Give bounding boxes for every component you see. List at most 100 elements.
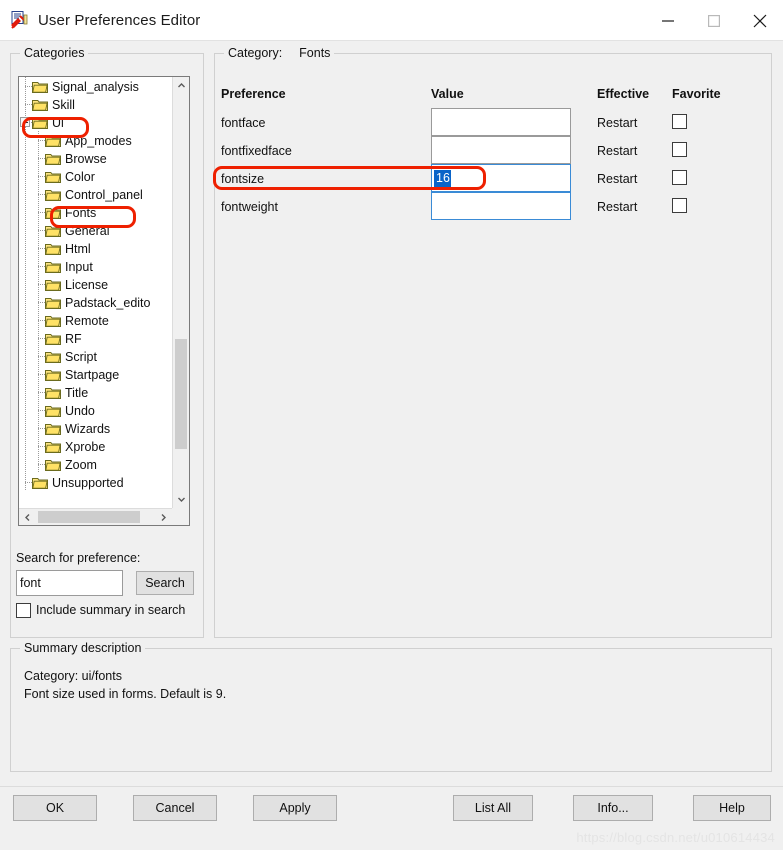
folder-icon bbox=[45, 458, 61, 471]
chevron-up-icon[interactable] bbox=[173, 77, 189, 94]
tree-horizontal-scrollbar[interactable] bbox=[19, 508, 172, 525]
ok-button[interactable]: OK bbox=[13, 795, 97, 821]
tree-item-control_panel[interactable]: Control_panel bbox=[19, 185, 172, 203]
summary-line-description: Font size used in forms. Default is 9. bbox=[24, 687, 227, 701]
value-input-fontweight[interactable] bbox=[431, 192, 571, 220]
tree-item-unsupported[interactable]: Unsupported bbox=[19, 473, 172, 491]
category-legend-prefix: Category: bbox=[228, 46, 283, 60]
tree-horizontal-scroll-thumb[interactable] bbox=[38, 511, 140, 523]
chevron-down-icon[interactable] bbox=[173, 491, 189, 508]
window-titlebar: User Preferences Editor bbox=[0, 0, 783, 41]
value-input-fontfixedface[interactable] bbox=[431, 136, 571, 164]
minimize-button[interactable] bbox=[645, 0, 691, 41]
category-legend-value: Fonts bbox=[299, 46, 331, 60]
chevron-right-icon[interactable] bbox=[155, 509, 172, 525]
maximize-button[interactable] bbox=[691, 0, 737, 41]
favorite-checkbox-fontweight[interactable] bbox=[672, 198, 687, 213]
tree-item-skill[interactable]: Skill bbox=[19, 95, 172, 113]
preference-name-fontsize: fontsize bbox=[221, 172, 265, 186]
tree-item-label: License bbox=[65, 277, 109, 292]
tree-item-xprobe[interactable]: Xprobe bbox=[19, 437, 172, 455]
tree-item-remote[interactable]: Remote bbox=[19, 311, 172, 329]
favorite-checkbox-fontfixedface[interactable] bbox=[672, 142, 687, 157]
tree-indent-guide bbox=[19, 437, 32, 455]
apply-button[interactable]: Apply bbox=[253, 795, 337, 821]
tree-item-signal_analysis[interactable]: Signal_analysis bbox=[19, 77, 172, 95]
tree-item-license[interactable]: License bbox=[19, 275, 172, 293]
preference-name-fontfixedface: fontfixedface bbox=[221, 144, 292, 158]
tree-item-label: Title bbox=[65, 385, 89, 400]
tree-vertical-scroll-thumb[interactable] bbox=[175, 339, 187, 449]
help-button[interactable]: Help bbox=[693, 795, 771, 821]
tree-item-label: Ui bbox=[52, 115, 64, 130]
tree-item-app_modes[interactable]: App_modes bbox=[19, 131, 172, 149]
tree-item-label: Startpage bbox=[65, 367, 120, 382]
window-title: User Preferences Editor bbox=[38, 11, 201, 29]
tree-item-startpage[interactable]: Startpage bbox=[19, 365, 172, 383]
favorite-checkbox-fontsize[interactable] bbox=[672, 170, 687, 185]
tree-item-label: Remote bbox=[65, 313, 109, 328]
folder-icon bbox=[45, 224, 61, 237]
category-tree[interactable]: Signal_analysis Skill Ui App_modes Browse Col… bbox=[18, 76, 190, 526]
tree-item-label: Skill bbox=[52, 97, 75, 112]
tree-indent-guide bbox=[32, 311, 45, 329]
tree-item-wizards[interactable]: Wizards bbox=[19, 419, 172, 437]
cancel-button[interactable]: Cancel bbox=[133, 795, 217, 821]
tree-item-title[interactable]: Title bbox=[19, 383, 172, 401]
tree-item-label: Fonts bbox=[65, 205, 97, 220]
search-input[interactable] bbox=[16, 570, 123, 596]
summary-legend: Summary description bbox=[20, 641, 146, 655]
tree-item-html[interactable]: Html bbox=[19, 239, 172, 257]
tree-item-undo[interactable]: Undo bbox=[19, 401, 172, 419]
info-button[interactable]: Info... bbox=[573, 795, 653, 821]
tree-indent-guide bbox=[19, 275, 32, 293]
tree-item-label: Wizards bbox=[65, 421, 111, 436]
tree-indent-guide bbox=[19, 311, 32, 329]
tree-indent-guide bbox=[32, 419, 45, 437]
preferences-editor-icon bbox=[9, 10, 29, 30]
folder-icon bbox=[45, 206, 61, 219]
tree-collapse-toggle[interactable] bbox=[20, 117, 30, 127]
tree-item-zoom[interactable]: Zoom bbox=[19, 455, 172, 473]
tree-indent-guide bbox=[32, 185, 45, 203]
tree-indent-guide bbox=[32, 383, 45, 401]
tree-item-fonts[interactable]: Fonts bbox=[19, 203, 172, 221]
chevron-left-icon[interactable] bbox=[19, 509, 36, 525]
tree-indent-guide bbox=[19, 185, 32, 203]
tree-indent-guide bbox=[32, 203, 45, 221]
listall-button[interactable]: List All bbox=[453, 795, 533, 821]
category-tree-rows[interactable]: Signal_analysis Skill Ui App_modes Browse Col… bbox=[19, 77, 172, 525]
preference-name-fontweight: fontweight bbox=[221, 200, 278, 214]
scrollbar-corner bbox=[172, 508, 189, 525]
tree-item-input[interactable]: Input bbox=[19, 257, 172, 275]
folder-icon bbox=[32, 80, 48, 93]
column-header-effective: Effective bbox=[597, 87, 650, 101]
tree-item-script[interactable]: Script bbox=[19, 347, 172, 365]
folder-icon bbox=[45, 386, 61, 399]
tree-indent-guide bbox=[32, 257, 45, 275]
include-summary-label: Include summary in search bbox=[36, 603, 186, 617]
tree-item-ui[interactable]: Ui bbox=[19, 113, 172, 131]
folder-icon bbox=[32, 476, 48, 489]
effective-value-fontsize: Restart bbox=[597, 172, 638, 186]
tree-item-general[interactable]: General bbox=[19, 221, 172, 239]
search-label: Search for preference: bbox=[16, 551, 141, 565]
tree-indent-guide bbox=[19, 383, 32, 401]
tree-item-padstack_edito[interactable]: Padstack_edito bbox=[19, 293, 172, 311]
value-input-fontsize[interactable]: 16 bbox=[431, 164, 571, 192]
favorite-checkbox-fontface[interactable] bbox=[672, 114, 687, 129]
include-summary-checkbox[interactable] bbox=[16, 603, 31, 618]
tree-item-rf[interactable]: RF bbox=[19, 329, 172, 347]
tree-item-label: Padstack_edito bbox=[65, 295, 151, 310]
tree-item-browse[interactable]: Browse bbox=[19, 149, 172, 167]
search-button[interactable]: Search bbox=[136, 571, 194, 595]
folder-icon bbox=[45, 422, 61, 435]
tree-vertical-scrollbar[interactable] bbox=[172, 77, 189, 508]
value-text-fontsize: 16 bbox=[434, 169, 451, 187]
close-button[interactable] bbox=[737, 0, 783, 41]
preference-name-fontface: fontface bbox=[221, 116, 266, 130]
tree-item-label: General bbox=[65, 223, 110, 238]
tree-item-color[interactable]: Color bbox=[19, 167, 172, 185]
folder-icon bbox=[45, 440, 61, 453]
value-input-fontface[interactable] bbox=[431, 108, 571, 136]
